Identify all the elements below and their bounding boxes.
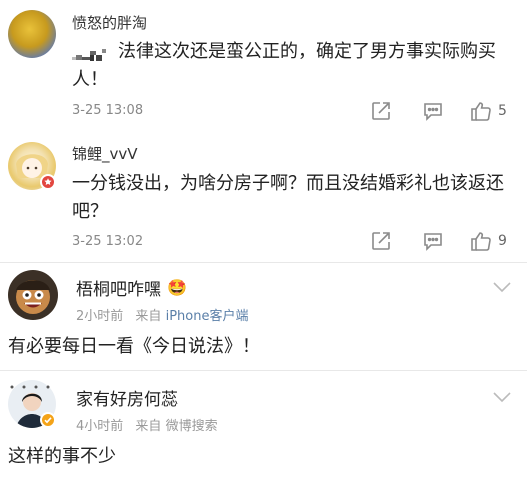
source-link[interactable]: iPhone客户端 — [166, 309, 249, 324]
comment-text: 法律这次还是蛮公正的，确定了男方事实际购买人！ — [72, 41, 496, 90]
source-label[interactable]: 微博搜索 — [166, 419, 218, 434]
comment-time: 3-25 13:08 — [72, 103, 144, 118]
verified-badge — [40, 412, 56, 428]
decorative-dots — [8, 376, 56, 395]
comment-meta: 2小时前 来自 iPhone客户端 — [76, 305, 248, 324]
emoji-badge: 🤩 — [167, 278, 187, 297]
reply-button[interactable] — [422, 100, 444, 122]
share-button[interactable] — [370, 100, 392, 122]
comment-meta: 4小时前 来自 微博搜索 — [76, 415, 218, 434]
comment-time: 3-25 13:02 — [72, 234, 144, 249]
comment-username[interactable]: 愤怒的胖淘 — [72, 12, 147, 33]
like-button[interactable]: 9 — [470, 230, 507, 252]
chevron-down-icon[interactable] — [492, 278, 512, 297]
comment-text: 一分钱没出，为啥分房子啊？而且没结婚彩礼也该返还吧？ — [72, 173, 504, 222]
divider — [0, 370, 527, 371]
comment-username[interactable]: 锦鲤_vvV — [72, 143, 138, 164]
reply-button[interactable] — [422, 230, 444, 252]
share-icon — [372, 102, 390, 120]
verified-badge — [40, 174, 56, 190]
avatar[interactable] — [8, 270, 58, 320]
share-icon — [372, 232, 390, 250]
comment-time: 4小时前 — [76, 419, 124, 434]
comment-username[interactable]: 梧桐吧咋嘿 — [76, 275, 161, 300]
chevron-down-icon[interactable] — [492, 388, 512, 407]
comment-text: 有必要每日一看《今日说法》！ — [8, 336, 260, 357]
thumbs-up-icon — [471, 102, 491, 121]
comment-actions: 5 — [370, 100, 520, 124]
comment-time: 2小时前 — [76, 309, 124, 324]
like-count: 9 — [498, 233, 507, 249]
source-prefix: 来自 — [135, 419, 162, 434]
share-button[interactable] — [370, 230, 392, 252]
source-prefix: 来自 — [135, 309, 162, 324]
thumbs-up-icon — [471, 232, 491, 251]
divider — [0, 262, 527, 263]
like-count: 5 — [498, 103, 507, 119]
comment-icon — [424, 103, 442, 121]
avatar[interactable] — [8, 10, 56, 58]
comment-icon — [424, 233, 442, 251]
comment-text: 这样的事不少 — [8, 446, 116, 467]
comment-actions: 9 — [370, 230, 520, 254]
username-row: 梧桐吧咋嘿 🤩 — [76, 275, 187, 300]
like-button[interactable]: 5 — [470, 100, 507, 122]
comment-username[interactable]: 家有好房何蕊 — [76, 385, 178, 410]
